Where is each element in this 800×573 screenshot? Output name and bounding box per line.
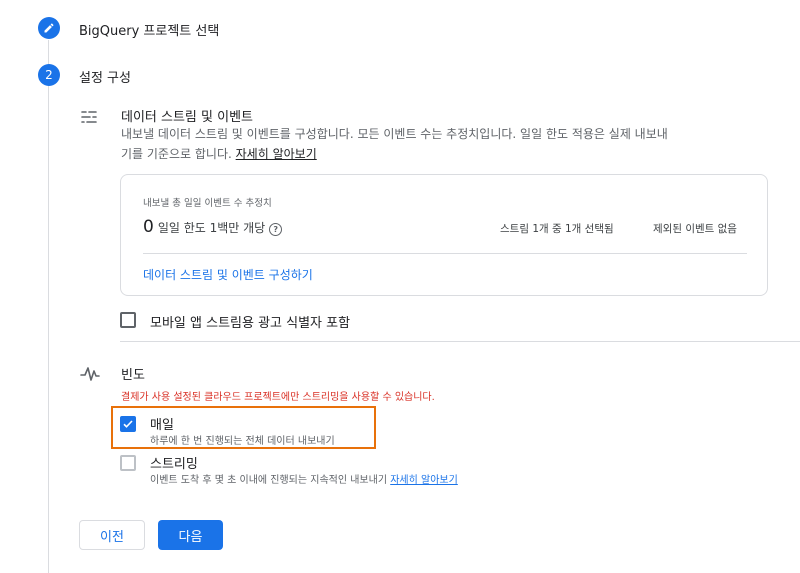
checkmark-icon bbox=[123, 420, 133, 428]
streaming-warning: 결제가 사용 설정된 클라우드 프로젝트에만 스트리밍을 사용할 수 있습니다. bbox=[121, 392, 435, 403]
daily-checkbox[interactable] bbox=[120, 416, 136, 432]
card-divider bbox=[143, 253, 747, 254]
frequency-title: 빈도 bbox=[121, 368, 145, 383]
daily-limit-text: 일일 한도 1백만 개당 bbox=[157, 221, 266, 235]
excluded-events: 제외된 이벤트 없음 bbox=[653, 223, 737, 235]
previous-button[interactable]: 이전 bbox=[79, 520, 145, 550]
streaming-description-text: 이벤트 도착 후 몇 초 이내에 진행되는 지속적인 내보내기 bbox=[150, 475, 388, 486]
step-2-number: 2 bbox=[38, 64, 60, 86]
mobile-ad-id-label: 모바일 앱 스트림용 광고 식별자 포함 bbox=[150, 316, 351, 331]
estimate-row: 0 일일 한도 1백만 개당 ? bbox=[143, 217, 283, 237]
learn-more-link[interactable]: 자세히 알아보기 bbox=[236, 147, 317, 161]
data-stream-description: 내보낼 데이터 스트림 및 이벤트를 구성합니다. 모든 이벤트 수는 추정치입… bbox=[121, 124, 721, 164]
frequency-icon bbox=[80, 365, 100, 387]
stepper-line bbox=[48, 40, 49, 573]
step-1-edit-icon[interactable] bbox=[38, 17, 60, 39]
help-icon[interactable]: ? bbox=[269, 223, 283, 236]
streaming-description: 이벤트 도착 후 몇 초 이내에 진행되는 지속적인 내보내기 자세히 알아보기 bbox=[150, 471, 458, 486]
description-line-1: 내보낼 데이터 스트림 및 이벤트를 구성합니다. 모든 이벤트 수는 추정치입… bbox=[121, 127, 668, 141]
streaming-label: 스트리밍 bbox=[150, 457, 198, 472]
streaming-learn-more-link[interactable]: 자세히 알아보기 bbox=[390, 475, 458, 486]
pencil-icon bbox=[44, 23, 54, 33]
estimate-count: 0 bbox=[143, 217, 154, 237]
daily-description: 하루에 한 번 진행되는 전체 데이터 내보내기 bbox=[150, 436, 335, 447]
description-line-2: 기를 기준으로 합니다. 자세히 알아보기 bbox=[121, 144, 721, 164]
data-stream-icon bbox=[80, 108, 98, 130]
data-stream-title: 데이터 스트림 및 이벤트 bbox=[121, 110, 253, 125]
streams-selected: 스트림 1개 중 1개 선택됨 bbox=[500, 223, 614, 235]
step-1-title[interactable]: BigQuery 프로젝트 선택 bbox=[79, 20, 219, 39]
step-2-title: 설정 구성 bbox=[79, 71, 131, 86]
configure-streams-link[interactable]: 데이터 스트림 및 이벤트 구성하기 bbox=[143, 266, 313, 283]
mobile-ad-id-checkbox[interactable] bbox=[120, 312, 136, 328]
daily-label: 매일 bbox=[150, 418, 174, 433]
export-summary-card: 내보낼 총 일일 이벤트 수 추정치 0 일일 한도 1백만 개당 ? 스트림 … bbox=[120, 174, 768, 296]
section-divider bbox=[120, 341, 800, 342]
estimate-label: 내보낼 총 일일 이벤트 수 추정치 bbox=[143, 198, 272, 209]
streaming-checkbox[interactable] bbox=[120, 455, 136, 471]
description-line-2-text: 기를 기준으로 합니다. bbox=[121, 147, 232, 161]
next-button[interactable]: 다음 bbox=[158, 520, 223, 550]
